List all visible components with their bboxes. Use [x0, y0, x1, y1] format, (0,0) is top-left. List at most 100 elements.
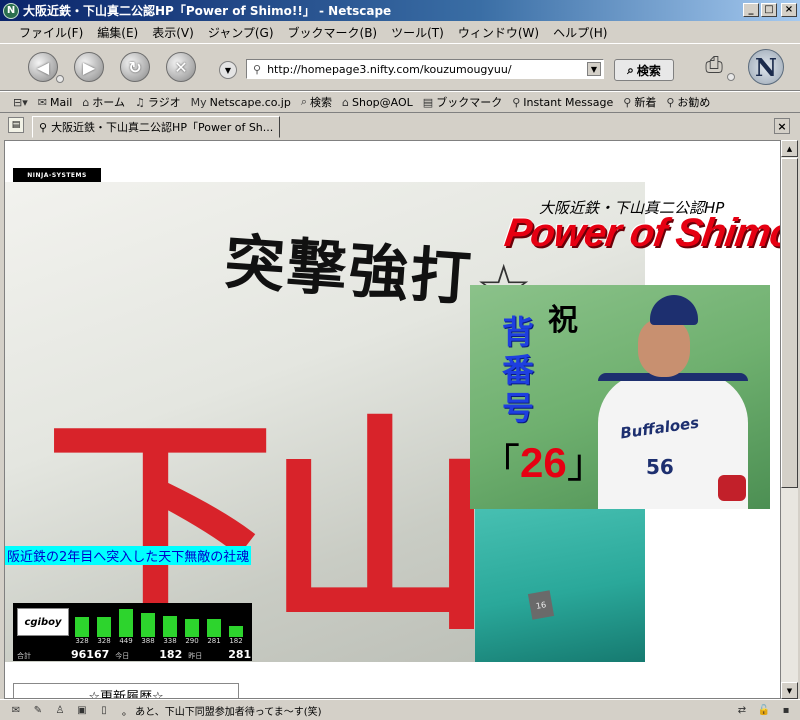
menu-window[interactable]: ウィンドウ(W) — [451, 24, 546, 41]
toolbar-grippy[interactable]: ⊟▾ — [8, 96, 33, 109]
toolbar-item-label: ホーム — [92, 96, 125, 109]
toolbar-item-shop[interactable]: ⌂ Shop@AOL — [337, 96, 418, 109]
scroll-up-button[interactable]: ▲ — [781, 140, 798, 157]
netscape-app-icon[interactable]: N — [3, 2, 19, 19]
close-tab-button[interactable]: × — [774, 118, 790, 134]
toolbar-item-radio[interactable]: ♫ ラジオ — [130, 94, 186, 110]
toolbar-item-new[interactable]: ⚲ 新着 — [618, 94, 661, 110]
back-arrow-icon: ◀ — [36, 57, 50, 77]
url-bar[interactable]: ⚲ ▼ — [246, 59, 604, 79]
menu-file[interactable]: ファイル(F) — [12, 24, 90, 41]
total-value: 96167 — [71, 648, 110, 661]
today-label: 今日 — [115, 652, 130, 660]
counter-bar — [163, 616, 177, 637]
address-book-icon[interactable]: ▣ — [74, 703, 90, 717]
banner-slogan: 突撃強打 — [222, 227, 475, 315]
stadium-seats — [475, 482, 645, 662]
yesterday-value: 281 — [228, 648, 252, 661]
counter-bar-value: 182 — [229, 637, 243, 645]
link-icon: ⚲ — [512, 95, 521, 109]
close-button[interactable]: × — [781, 3, 797, 17]
netscape-logo-icon[interactable]: N — [748, 49, 784, 85]
minimize-button[interactable]: _ — [743, 3, 759, 17]
forward-arrow-icon: ▶ — [82, 57, 96, 77]
menu-tools[interactable]: ツール(T) — [384, 24, 451, 41]
counter-bar — [97, 617, 111, 637]
url-input[interactable] — [267, 62, 586, 76]
jersey-uniform-number: 56 — [646, 455, 674, 479]
jersey-number-heading: 背番号 — [501, 313, 534, 427]
menu-edit[interactable]: 編集(E) — [90, 24, 145, 41]
composer-icon[interactable]: ▯ — [96, 703, 112, 717]
mail-icon: ✉ — [37, 95, 47, 109]
mail-status-icon[interactable]: ✉ — [8, 703, 24, 717]
stop-button[interactable]: ✕ — [166, 52, 196, 82]
compose-icon[interactable]: ✎ — [30, 703, 46, 717]
toolbar-item-bookmarks[interactable]: ▤ ブックマーク — [418, 94, 507, 110]
today-value: 182 — [159, 648, 183, 661]
counter-bar-value: 388 — [141, 637, 155, 645]
counter-bars — [73, 605, 245, 637]
netscape-icon: My — [190, 95, 207, 109]
counter-totals: 合計 96167 今日 182 昨日 281 — [17, 648, 252, 661]
window-controls: _ □ × — [743, 3, 797, 17]
toolbar-item-recommended[interactable]: ⚲ お勧め — [661, 94, 715, 110]
toolbar-grippy-icon: ⊟▾ — [13, 95, 28, 109]
personal-toolbar: ⊟▾ ✉ Mail ⌂ ホーム ♫ ラジオ My Netscape.co.jp ⌕ 検索 … — [0, 91, 800, 113]
url-dropdown-button[interactable]: ▼ — [587, 62, 601, 76]
toolbar-item-home[interactable]: ⌂ ホーム — [77, 94, 130, 110]
reload-icon: ↻ — [128, 57, 142, 77]
search-button[interactable]: ⌕ 検索 — [614, 59, 674, 81]
counter-bar — [229, 626, 243, 637]
link-icon: ⚲ — [666, 95, 675, 109]
tab-active[interactable]: ⚲ 大阪近鉄・下山真二公認HP「Power of Sh... — [32, 116, 280, 138]
counter-bar-col — [205, 605, 223, 637]
toolbar-item-instant-message[interactable]: ⚲ Instant Message — [507, 96, 618, 109]
url-history-dropdown[interactable]: ▼ — [219, 61, 237, 79]
ninja-counter-badge[interactable]: NINJA-SYSTEMS — [13, 168, 101, 182]
counter-bar-col — [117, 605, 135, 637]
vertical-scrollbar[interactable]: ▲ ▼ — [781, 140, 798, 699]
menu-help[interactable]: ヘルプ(H) — [546, 24, 614, 41]
toolbar-item-mail[interactable]: ✉ Mail — [33, 96, 78, 109]
maximize-button[interactable]: □ — [761, 3, 777, 17]
toolbar-item-search[interactable]: ⌕ 検索 — [296, 94, 337, 110]
scroll-down-button[interactable]: ▼ — [781, 682, 798, 699]
jersey-number: 26 — [520, 439, 567, 486]
reload-button[interactable]: ↻ — [120, 52, 150, 82]
scroll-thumb[interactable] — [781, 158, 798, 488]
forward-button[interactable]: ▶ — [74, 52, 104, 82]
shop-icon: ⌂ — [342, 95, 349, 109]
scrolling-caption: 阪近鉄の2年目へ突入した天下無敵の社魂 — [5, 546, 252, 565]
back-button[interactable]: ◀ — [28, 52, 58, 82]
page-content: NINJA-SYSTEMS 突撃強打 ☆ 下山真 16 大阪近鉄・下山真二公認H… — [4, 140, 781, 699]
print-icon[interactable]: ⎙ — [699, 50, 729, 80]
celebrate-kanji: 祝 — [548, 303, 578, 338]
counter-bar-col — [95, 605, 113, 637]
access-counter[interactable]: cgiboy 328 328 449 388 338 290 281 182 合計 96167… — [13, 603, 252, 661]
tab-title: 大阪近鉄・下山真二公認HP「Power of Sh... — [51, 121, 274, 134]
menu-bookmarks[interactable]: ブックマーク(B) — [281, 24, 385, 41]
counter-bar-value: 281 — [207, 637, 221, 645]
online-status-icon[interactable]: ⇄ — [734, 703, 750, 717]
toolbar-item-label: ブックマーク — [436, 96, 503, 109]
toolbar-item-netscape[interactable]: My Netscape.co.jp — [186, 96, 296, 109]
yesterday-label: 昨日 — [188, 652, 203, 660]
toolbar-item-label: Mail — [49, 95, 73, 109]
print-dropdown[interactable] — [727, 73, 735, 81]
security-lock-icon[interactable]: 🔓 — [756, 703, 772, 717]
title-bar: N 大阪近鉄・下山真二公認HP「Power of Shimo!!」 - Nets… — [0, 0, 800, 21]
toolbar-item-label: Netscape.co.jp — [209, 95, 291, 109]
aim-icon[interactable]: ♙ — [52, 703, 68, 717]
counter-bar-labels: 328 328 449 388 338 290 281 182 — [73, 637, 245, 645]
sidebar-toggle-icon[interactable]: ▤ — [8, 117, 24, 133]
menu-view[interactable]: 表示(V) — [145, 24, 201, 41]
bookmark-icon: ▤ — [422, 95, 434, 109]
status-bar-toggle-icon[interactable]: ▪ — [778, 703, 794, 717]
back-history-dropdown[interactable] — [56, 75, 64, 83]
menu-go[interactable]: ジャンプ(G) — [201, 24, 281, 41]
status-indicators: ⇄ 🔓 ▪ — [734, 703, 794, 717]
counter-bar — [141, 613, 155, 637]
cgiboy-logo[interactable]: cgiboy — [17, 608, 69, 636]
counter-bar-col — [183, 605, 201, 637]
